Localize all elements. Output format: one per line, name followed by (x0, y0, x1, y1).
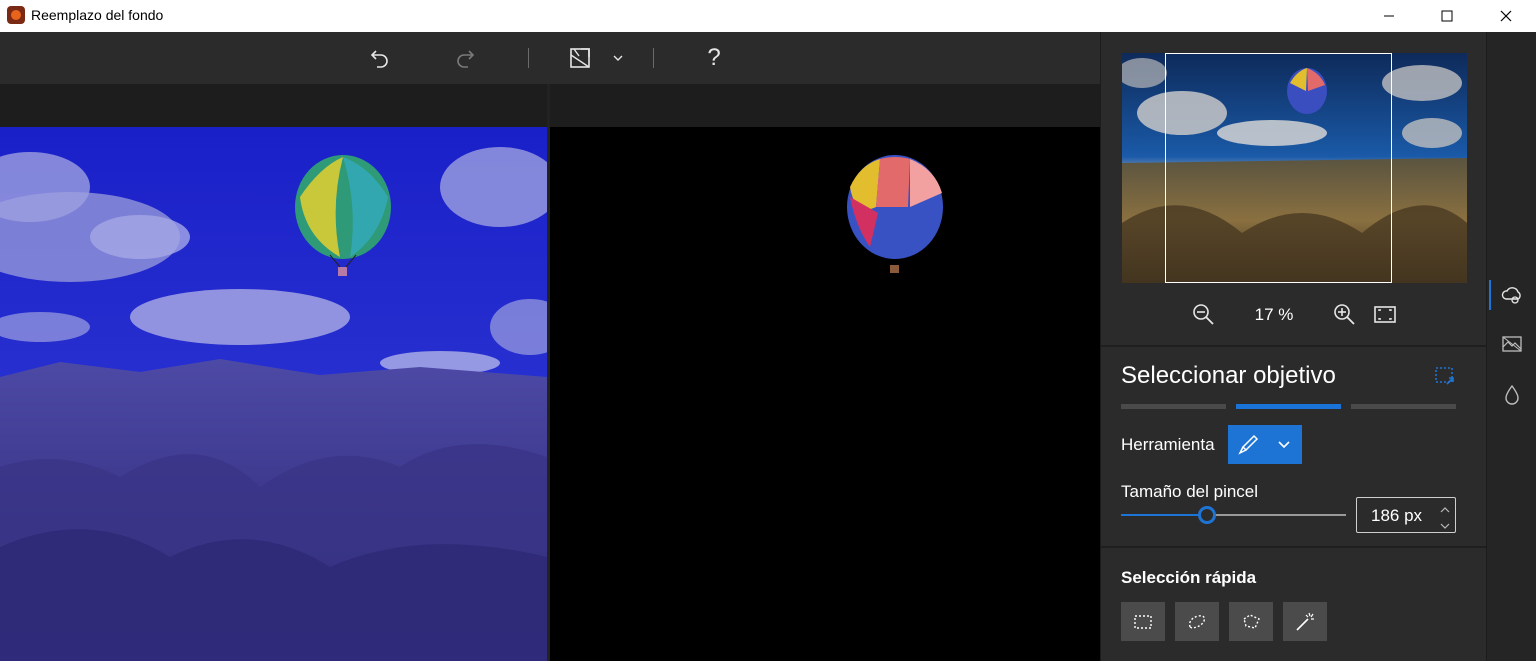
rectangle-select-button[interactable] (1121, 602, 1165, 641)
section-divider (1101, 345, 1487, 347)
lasso-select-button[interactable] (1175, 602, 1219, 641)
toolbar: ? (0, 32, 1100, 84)
landscape-icon (1502, 336, 1522, 352)
minimize-icon (1384, 15, 1394, 17)
increment-button[interactable] (1439, 501, 1451, 513)
minimize-button[interactable] (1366, 0, 1412, 32)
undo-icon (370, 50, 388, 68)
toolbar-separator (653, 48, 654, 68)
view-mode-button[interactable] (564, 42, 596, 74)
tool-label: Herramienta (1121, 435, 1215, 454)
toolbar-separator (528, 48, 529, 68)
redo-button[interactable] (449, 42, 481, 74)
mode-tab-3[interactable] (1351, 404, 1456, 409)
result-image-canvas[interactable] (550, 127, 1100, 661)
panel-title: Seleccionar objetivo (1121, 362, 1336, 389)
mode-tab-1[interactable] (1121, 404, 1226, 409)
title-bar: Reemplazo del fondo (0, 0, 1536, 32)
app-icon (7, 6, 25, 24)
navigator-viewport-frame[interactable] (1165, 53, 1392, 283)
brush-size-slider[interactable] (1121, 506, 1346, 524)
slider-thumb[interactable] (1198, 506, 1216, 524)
reset-selection-button[interactable] (1433, 364, 1457, 388)
fit-to-screen-button[interactable] (1372, 302, 1398, 328)
polygon-lasso-button[interactable] (1229, 602, 1273, 641)
slider-fill (1121, 514, 1207, 516)
brush-tool-button[interactable] (1228, 425, 1302, 464)
image-view-icon (570, 48, 590, 68)
zoom-in-icon (1334, 304, 1355, 325)
background-replace-tab[interactable] (1497, 280, 1527, 310)
brush-size-value: 186 px (1371, 506, 1423, 525)
navigator-preview[interactable] (1122, 53, 1467, 283)
maximize-icon (1441, 10, 1453, 22)
zoom-level: 17 % (1254, 305, 1294, 324)
redo-icon (457, 50, 475, 68)
selection-reset-icon (1435, 367, 1454, 385)
undo-button[interactable] (364, 42, 396, 74)
brush-icon (1236, 433, 1260, 457)
chevron-up-icon (1440, 507, 1450, 513)
magic-wand-icon (1296, 612, 1314, 631)
close-button[interactable] (1483, 0, 1529, 32)
polygon-lasso-icon (1243, 613, 1260, 629)
quick-selection-label: Selección rápida (1121, 568, 1257, 587)
decrement-button[interactable] (1439, 517, 1451, 529)
close-icon (1500, 10, 1512, 22)
mode-tab-2[interactable] (1236, 404, 1341, 409)
active-indicator (1489, 280, 1491, 310)
help-button[interactable]: ? (698, 42, 730, 74)
background-image-tab[interactable] (1497, 329, 1527, 359)
droplet-icon (1505, 384, 1519, 405)
chevron-down-icon (613, 55, 623, 61)
right-pane-header (550, 84, 1100, 127)
tool-rail (1486, 32, 1536, 661)
maximize-button[interactable] (1424, 0, 1470, 32)
zoom-in-button[interactable] (1332, 302, 1358, 328)
tool-dropdown-button[interactable] (1276, 437, 1292, 453)
cutout-image (550, 127, 1100, 661)
magic-wand-button[interactable] (1283, 602, 1327, 641)
fit-screen-icon (1374, 306, 1396, 323)
lasso-icon (1188, 614, 1206, 629)
zoom-out-button[interactable] (1191, 302, 1217, 328)
section-divider (1101, 546, 1487, 548)
zoom-controls: 17 % (1101, 300, 1487, 330)
brush-size-label: Tamaño del pincel (1121, 482, 1259, 501)
window-title: Reemplazo del fondo (31, 7, 164, 23)
brush-size-input[interactable]: 186 px (1356, 497, 1456, 533)
right-sidebar: 17 % Seleccionar objetivo Herramienta Ta… (1100, 32, 1487, 661)
left-pane-header (0, 84, 547, 127)
color-adjust-tab[interactable] (1497, 380, 1527, 410)
zoom-out-icon (1193, 304, 1214, 325)
chevron-down-icon (1440, 523, 1450, 529)
landscape-image (0, 127, 547, 661)
chevron-down-icon (1278, 441, 1290, 449)
rectangle-select-icon (1134, 614, 1152, 629)
original-image-canvas[interactable] (0, 127, 547, 661)
view-mode-dropdown[interactable] (602, 42, 634, 74)
cloud-person-icon (1501, 287, 1521, 304)
